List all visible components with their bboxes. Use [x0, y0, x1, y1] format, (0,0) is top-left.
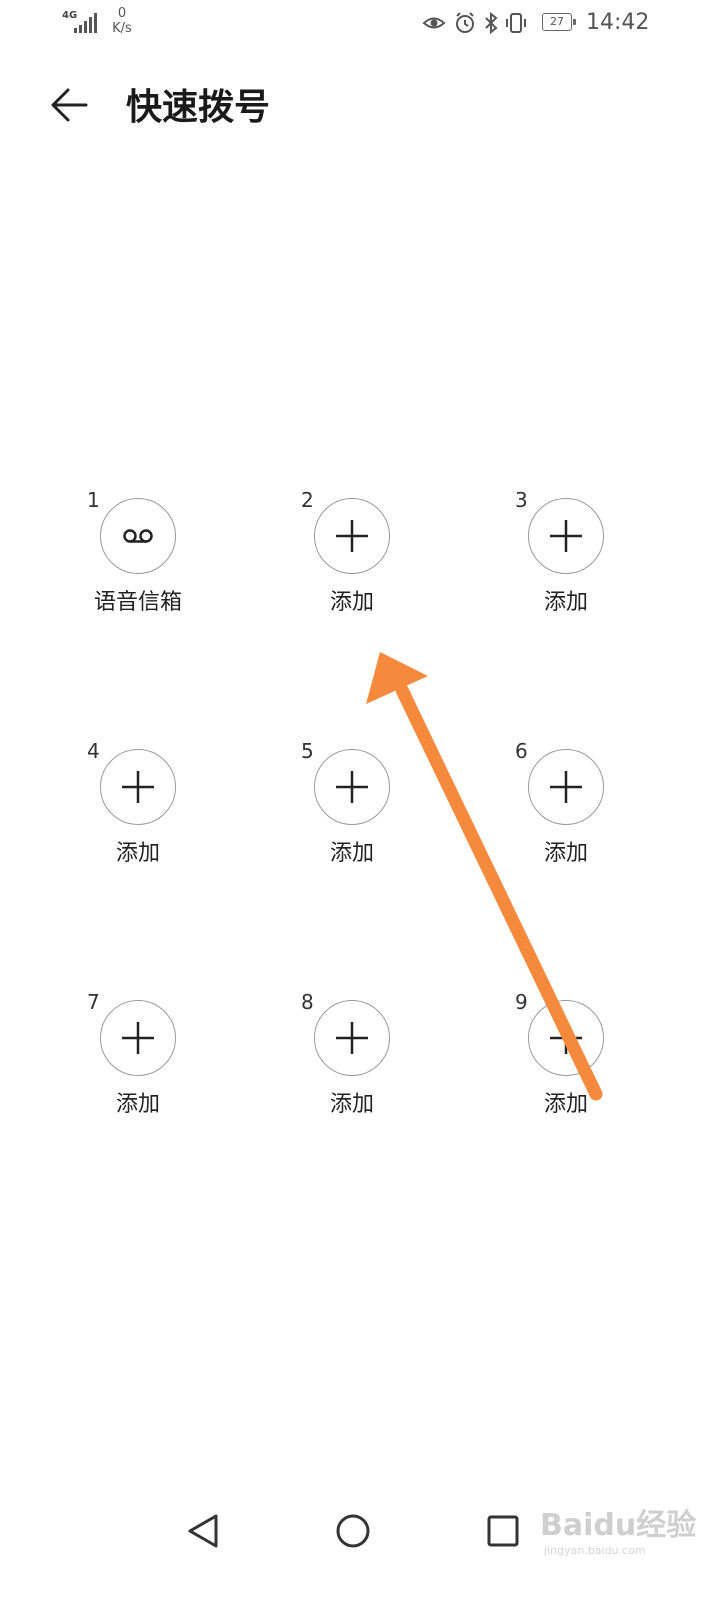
slot-number: 4: [87, 739, 100, 763]
plus-icon: [550, 1022, 582, 1054]
slot-label: 添加: [329, 841, 374, 866]
watermark-sub: jingyan.baidu.com: [544, 1544, 646, 1557]
slot-number: 9: [515, 990, 528, 1014]
slot-number: 5: [301, 739, 314, 763]
back-triangle-icon[interactable]: [180, 1508, 226, 1554]
network-speed: 0 K/s: [110, 6, 134, 36]
plus-icon: [336, 771, 368, 803]
add-contact-button[interactable]: [528, 1000, 604, 1076]
home-circle-icon[interactable]: [330, 1508, 376, 1554]
slot-number: 3: [515, 488, 528, 512]
add-contact-button[interactable]: [314, 1000, 390, 1076]
vibrate-icon: [506, 13, 526, 33]
plus-icon: [550, 771, 582, 803]
speed-value: 0: [117, 6, 127, 21]
add-contact-button[interactable]: [100, 1000, 176, 1076]
slot-label: 添加: [329, 1092, 374, 1117]
alarm-icon: [456, 12, 474, 33]
slot-number: 2: [301, 488, 314, 512]
watermark: Baidu经验: [540, 1508, 697, 1543]
recents-square-icon[interactable]: [480, 1508, 526, 1554]
voicemail-icon: [123, 529, 153, 543]
plus-icon: [122, 771, 154, 803]
plus-icon: [550, 520, 582, 552]
slot-number: 7: [87, 990, 100, 1014]
eye-icon: [422, 17, 446, 29]
speed-dial-slot-2[interactable]: 2 添加: [301, 488, 471, 638]
plus-icon: [336, 520, 368, 552]
speed-dial-slot-6[interactable]: 6 添加: [515, 739, 685, 889]
back-arrow-icon[interactable]: [46, 82, 92, 128]
app-header: 快速拨号: [0, 70, 720, 140]
slot-number: 1: [87, 488, 100, 512]
slot-label: 添加: [115, 841, 160, 866]
slot-label: 添加: [543, 841, 588, 866]
speed-dial-slot-5[interactable]: 5 添加: [301, 739, 471, 889]
clock: 14:42: [586, 10, 650, 35]
page-title: 快速拨号: [126, 87, 271, 128]
plus-icon: [336, 1022, 368, 1054]
slot-number: 6: [515, 739, 528, 763]
speed-dial-slot-1[interactable]: 1 语音信箱: [87, 488, 257, 638]
battery-icon: 27: [542, 13, 576, 31]
speed-dial-slot-3[interactable]: 3 添加: [515, 488, 685, 638]
add-contact-button[interactable]: [528, 749, 604, 825]
voicemail-button[interactable]: [100, 498, 176, 574]
add-contact-button[interactable]: [314, 749, 390, 825]
add-contact-button[interactable]: [100, 749, 176, 825]
slot-label: 添加: [115, 1092, 160, 1117]
bluetooth-icon: [485, 11, 498, 35]
slot-label: 添加: [329, 590, 374, 615]
speed-dial-slot-9[interactable]: 9 添加: [515, 990, 685, 1140]
add-contact-button[interactable]: [528, 498, 604, 574]
speed-dial-slot-4[interactable]: 4 添加: [87, 739, 257, 889]
speed-dial-slot-8[interactable]: 8 添加: [301, 990, 471, 1140]
speed-unit: K/s: [112, 21, 132, 36]
status-bar: 4G 0 K/s 27 14:42: [0, 0, 720, 50]
slot-label: 添加: [543, 1092, 588, 1117]
plus-icon: [122, 1022, 154, 1054]
slot-label: 添加: [543, 590, 588, 615]
signal-icon: [74, 13, 97, 33]
slot-number: 8: [301, 990, 314, 1014]
slot-label: 语音信箱: [93, 590, 182, 615]
add-contact-button[interactable]: [314, 498, 390, 574]
speed-dial-slot-7[interactable]: 7 添加: [87, 990, 257, 1140]
